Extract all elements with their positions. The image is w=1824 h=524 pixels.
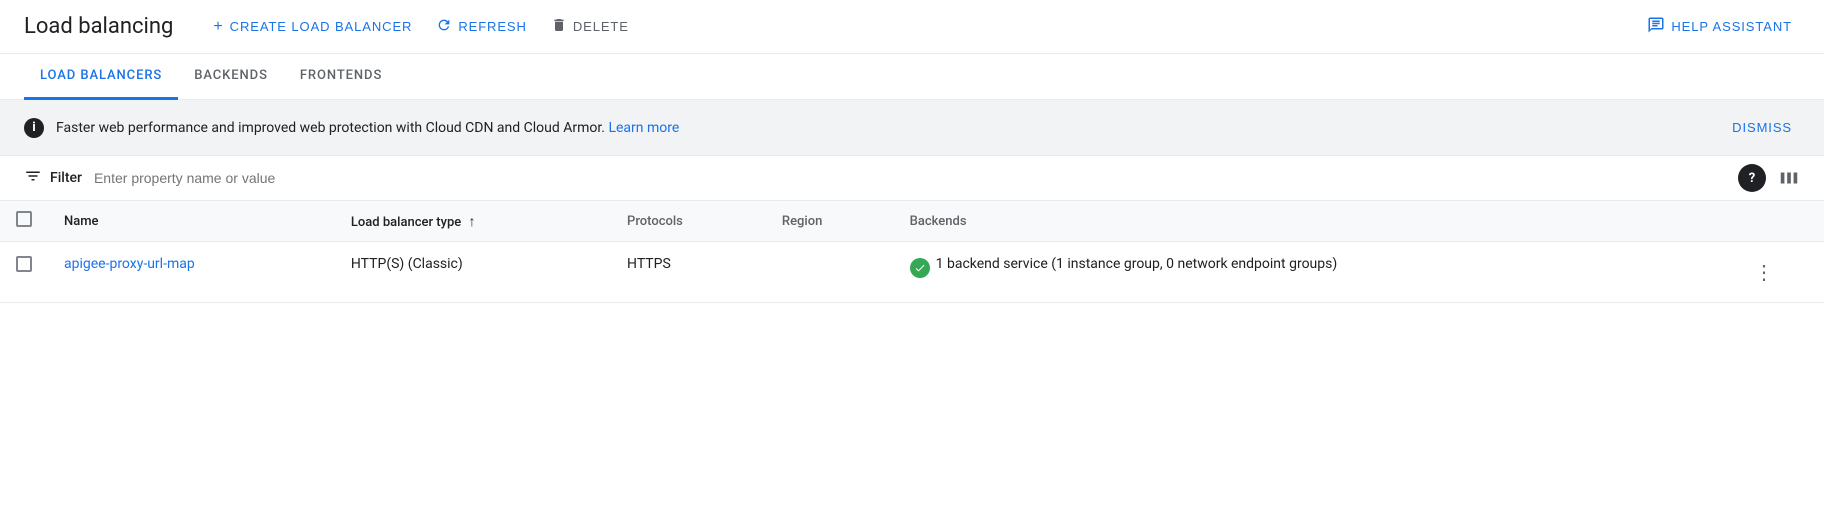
filter-bar: Filter ? (0, 156, 1824, 201)
create-load-balancer-button[interactable]: + CREATE LOAD BALANCER (205, 12, 420, 42)
refresh-icon (436, 17, 452, 36)
info-icon: i (24, 118, 44, 138)
filter-actions: ? (1738, 164, 1800, 192)
backend-status: 1 backend service (1 instance group, 0 n… (910, 256, 1688, 278)
table-container: Name Load balancer type ↑ Protocols Regi… (0, 201, 1824, 303)
tab-backends[interactable]: BACKENDS (178, 54, 284, 100)
page-header: Load balancing + CREATE LOAD BALANCER RE… (0, 0, 1824, 54)
row-checkbox-cell (0, 242, 48, 303)
tab-load-balancers[interactable]: LOAD BALANCERS (24, 54, 178, 100)
table-row: apigee-proxy-url-map HTTP(S) (Classic) H… (0, 242, 1824, 303)
help-assistant-icon (1647, 16, 1665, 37)
row-backends-cell: 1 backend service (1 instance group, 0 n… (894, 242, 1704, 303)
plus-icon: + (213, 18, 223, 36)
filter-icon (24, 167, 42, 189)
header-protocols: Protocols (611, 201, 766, 242)
row-more-button[interactable]: ⋮ (1720, 256, 1808, 288)
row-name-cell: apigee-proxy-url-map (48, 242, 335, 303)
row-more-actions-cell: ⋮ (1704, 242, 1824, 303)
columns-toggle-icon[interactable] (1778, 167, 1800, 189)
row-checkbox[interactable] (16, 256, 32, 272)
load-balancers-table: Name Load balancer type ↑ Protocols Regi… (0, 201, 1824, 303)
tabs-bar: LOAD BALANCERS BACKENDS FRONTENDS (0, 54, 1824, 100)
filter-label: Filter (50, 170, 82, 186)
header-region: Region (766, 201, 894, 242)
delete-button[interactable]: DELETE (543, 11, 637, 42)
select-all-checkbox[interactable] (16, 211, 32, 227)
delete-icon (551, 17, 567, 36)
dismiss-button[interactable]: DISMISS (1724, 114, 1800, 141)
info-text: Faster web performance and improved web … (56, 120, 1712, 136)
info-banner: i Faster web performance and improved we… (0, 100, 1824, 155)
help-icon[interactable]: ? (1738, 164, 1766, 192)
help-assistant-button[interactable]: HELP ASSISTANT (1639, 10, 1800, 43)
sort-arrow-icon: ↑ (469, 213, 476, 230)
row-type-cell: HTTP(S) (Classic) (335, 242, 611, 303)
header-name: Name (48, 201, 335, 242)
row-protocols-cell: HTTPS (611, 242, 766, 303)
learn-more-link[interactable]: Learn more (608, 120, 679, 136)
header-actions-col (1704, 201, 1824, 242)
refresh-button[interactable]: REFRESH (428, 11, 535, 42)
backend-status-icon (910, 258, 930, 278)
header-type[interactable]: Load balancer type ↑ (335, 201, 611, 242)
table-header-row: Name Load balancer type ↑ Protocols Regi… (0, 201, 1824, 242)
load-balancer-name-link[interactable]: apigee-proxy-url-map (64, 256, 195, 272)
row-region-cell (766, 242, 894, 303)
tab-frontends[interactable]: FRONTENDS (284, 54, 398, 100)
header-checkbox-col (0, 201, 48, 242)
filter-input[interactable] (90, 164, 1730, 192)
header-actions: + CREATE LOAD BALANCER REFRESH DELETE (205, 11, 636, 42)
header-backends: Backends (894, 201, 1704, 242)
page-title: Load balancing (24, 14, 173, 39)
filter-icon-wrapper: Filter (24, 167, 82, 189)
